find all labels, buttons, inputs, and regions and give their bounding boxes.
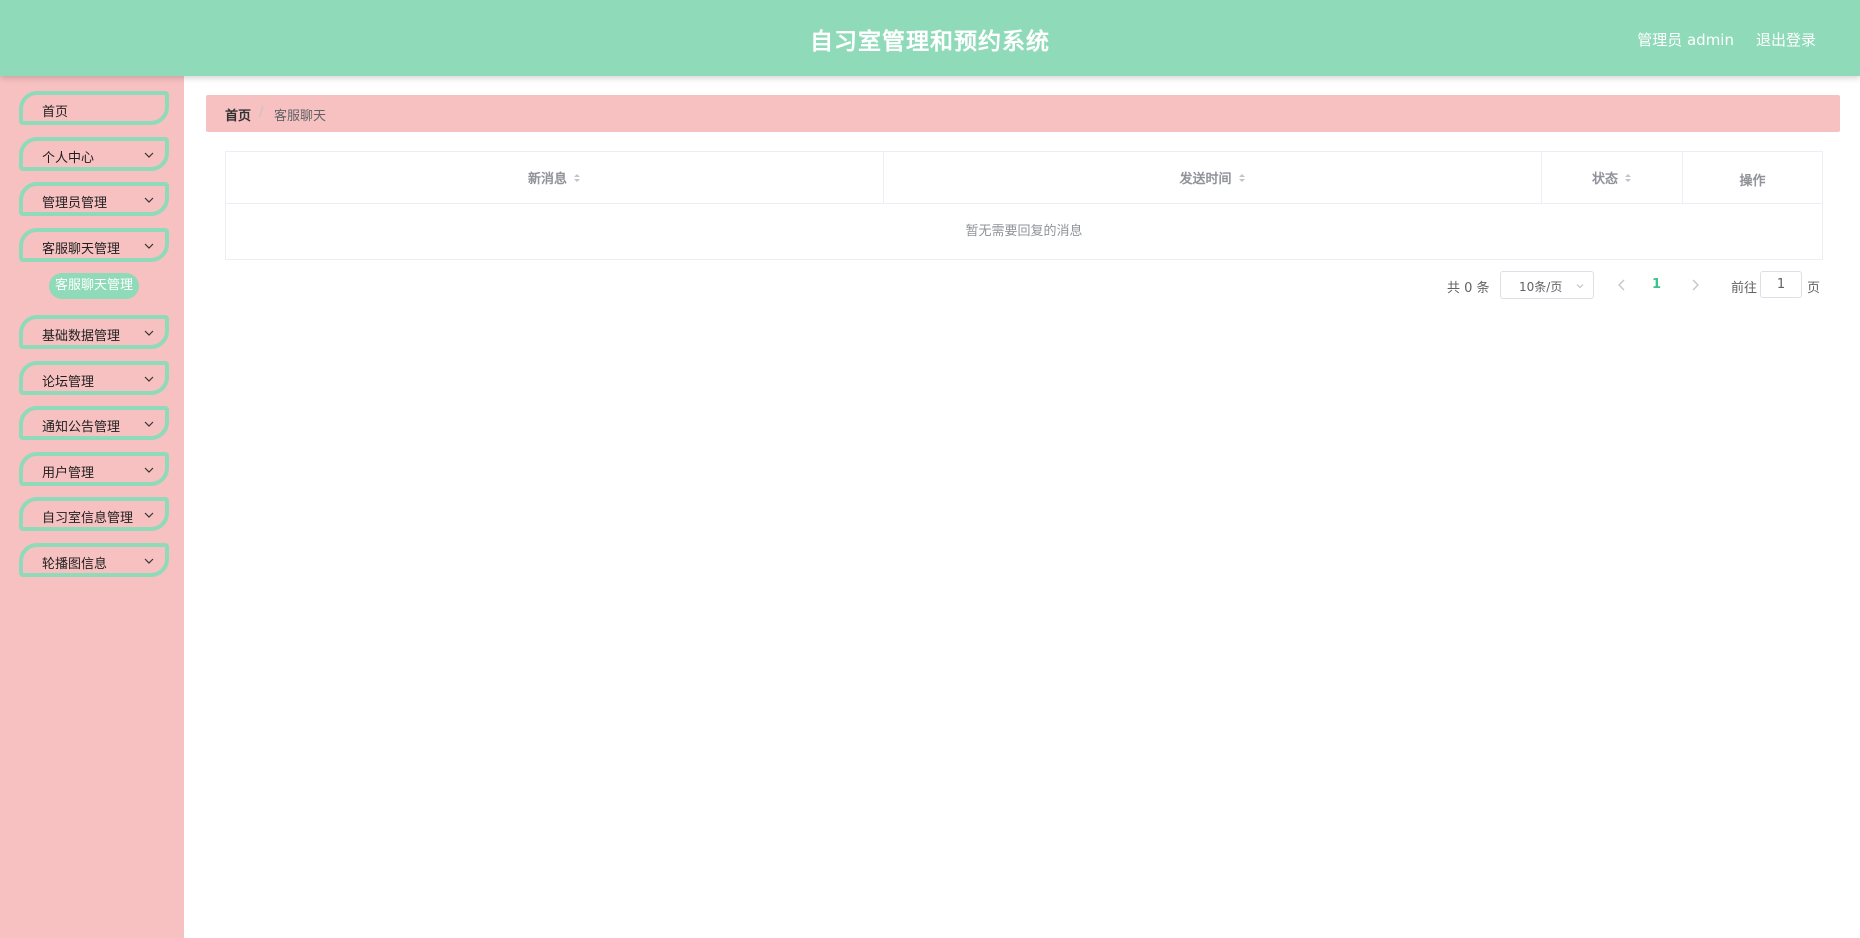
goto-unit: 页: [1807, 281, 1821, 296]
column-header-actions: 操作: [1683, 152, 1822, 204]
sort-icon: [1238, 173, 1245, 182]
sort-icon: [574, 173, 580, 182]
sidebar-item-label: 论坛管理: [42, 375, 95, 390]
page-size-value: 10条/页: [1519, 280, 1563, 294]
goto-page-input[interactable]: [1760, 271, 1802, 298]
breadcrumb-home[interactable]: 首页: [225, 105, 251, 124]
message-table: 新消息 发送时间 状态 操作 暂无需要回复的消息: [225, 151, 1823, 260]
pagination-total: 共 0 条: [1447, 281, 1490, 296]
sidebar-item-label: 通知公告管理: [42, 420, 121, 435]
sidebar-item-label: 个人中心: [42, 151, 95, 166]
chevron-down-icon: [144, 330, 154, 336]
sidebar-item-admin-management[interactable]: 管理员管理: [19, 182, 169, 216]
sidebar-item-chat-management[interactable]: 客服聊天管理: [19, 228, 169, 262]
chevron-down-icon: [1576, 284, 1584, 289]
top-header: 自习室管理和预约系统 管理员 admin 退出登录: [0, 0, 1860, 76]
sidebar: 首页 个人中心 管理员管理 客服聊天管理 客服聊天管理 基础数据管理 论坛管理 …: [0, 76, 184, 938]
sidebar-item-label: 自习室信息管理: [42, 511, 134, 526]
page-number-current[interactable]: 1: [1652, 277, 1661, 292]
chevron-down-icon: [144, 197, 154, 203]
chevron-down-icon: [144, 376, 154, 382]
chevron-down-icon: [144, 558, 154, 564]
sidebar-item-label: 首页: [42, 105, 69, 120]
next-page-icon[interactable]: [1689, 278, 1701, 292]
sidebar-item-users[interactable]: 用户管理: [19, 452, 169, 486]
sort-icon: [1625, 173, 1631, 182]
sidebar-item-label: 管理员管理: [42, 196, 108, 211]
sidebar-item-label: 用户管理: [42, 466, 95, 481]
goto-label: 前往: [1731, 281, 1758, 296]
sidebar-item-forum[interactable]: 论坛管理: [19, 361, 169, 395]
chevron-down-icon: [144, 467, 154, 473]
chevron-down-icon: [144, 421, 154, 427]
page-size-select[interactable]: 10条/页: [1500, 271, 1594, 299]
sidebar-item-notice[interactable]: 通知公告管理: [19, 406, 169, 440]
sidebar-item-study-room[interactable]: 自习室信息管理: [19, 497, 169, 531]
breadcrumb-separator: /: [259, 105, 264, 120]
column-header-label: 状态: [1591, 172, 1618, 187]
sidebar-item-home[interactable]: 首页: [19, 91, 169, 125]
sidebar-item-label: 客服聊天管理: [42, 242, 121, 257]
column-header-label: 操作: [1739, 174, 1766, 189]
chevron-down-icon: [144, 243, 154, 249]
submenu-item-chat-management[interactable]: 客服聊天管理: [49, 273, 139, 299]
sidebar-item-basic-data[interactable]: 基础数据管理: [19, 315, 169, 349]
column-header-new-message[interactable]: 新消息: [226, 152, 884, 204]
chevron-down-icon: [144, 512, 154, 518]
chevron-down-icon: [144, 152, 154, 158]
app-title: 自习室管理和预约系统: [810, 29, 1050, 55]
breadcrumb-current: 客服聊天: [274, 109, 327, 124]
prev-page-icon[interactable]: [1616, 278, 1628, 292]
column-header-label: 新消息: [527, 172, 567, 187]
current-user: 管理员 admin: [1637, 31, 1734, 49]
sidebar-item-label: 基础数据管理: [42, 329, 121, 344]
sidebar-item-label: 轮播图信息: [42, 557, 108, 572]
logout-button[interactable]: 退出登录: [1756, 29, 1816, 50]
empty-state-text: 暂无需要回复的消息: [965, 224, 1083, 239]
sidebar-item-carousel[interactable]: 轮播图信息: [19, 543, 169, 577]
breadcrumb: 首页 / 客服聊天: [206, 95, 1840, 132]
column-header-send-time[interactable]: 发送时间: [884, 152, 1542, 204]
column-header-label: 发送时间: [1179, 172, 1232, 187]
column-header-status[interactable]: 状态: [1542, 152, 1683, 204]
sidebar-item-personal-center[interactable]: 个人中心: [19, 137, 169, 171]
